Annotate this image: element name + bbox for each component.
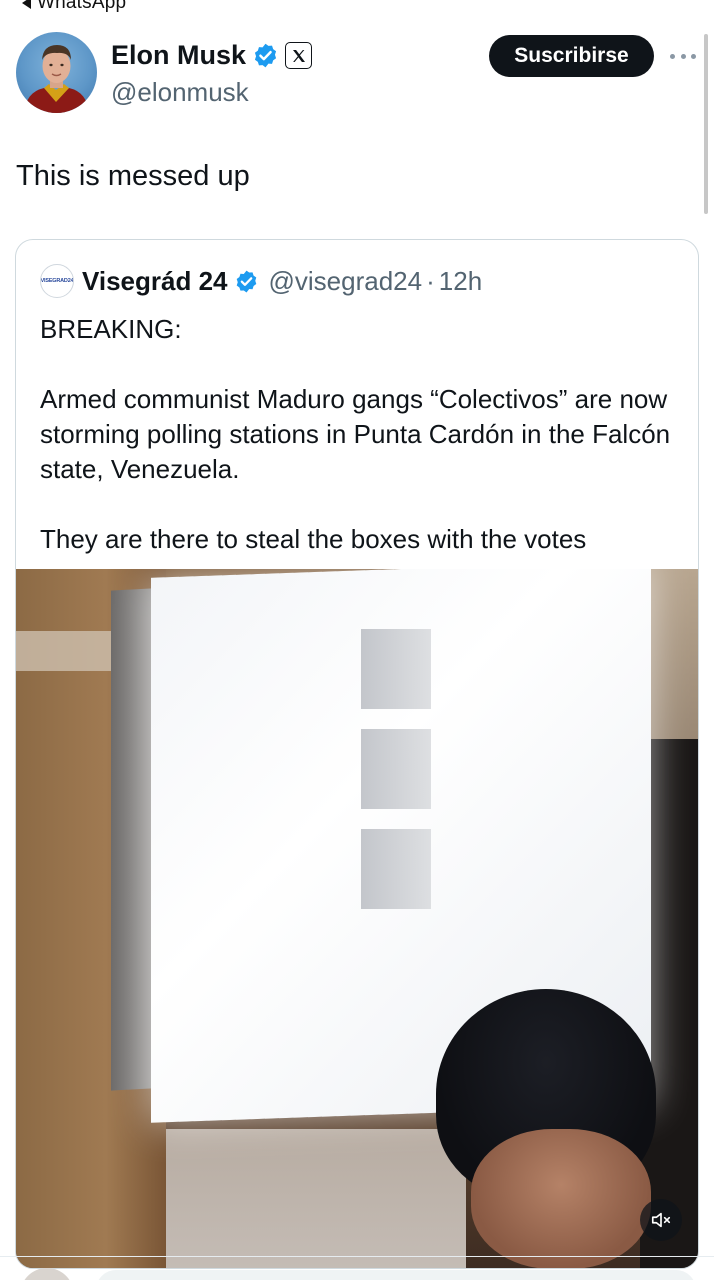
quoted-author-avatar[interactable]: VISEGRAD24 — [40, 264, 74, 298]
quoted-tweet-card[interactable]: VISEGRAD24 Visegrád 24 @visegrad24 · 12h… — [15, 239, 699, 1269]
video-player[interactable] — [16, 569, 698, 1268]
verified-badge-icon — [254, 43, 277, 68]
tweet-detail-screen: WhatsApp Elon Musk @elonmusk Suscribirse — [0, 0, 714, 1280]
tweet-text: This is messed up — [16, 160, 250, 192]
quoted-tweet-body: BREAKING: Armed communist Maduro gangs “… — [40, 312, 680, 557]
back-link-label: WhatsApp — [37, 0, 127, 13]
venezuela-flag-icon — [594, 528, 626, 550]
bottom-divider — [0, 1256, 714, 1257]
scrollbar[interactable] — [704, 34, 708, 214]
author-handle[interactable]: @elonmusk — [111, 77, 249, 108]
quoted-line-breaking: BREAKING: — [40, 314, 182, 344]
back-to-whatsapp-link[interactable]: WhatsApp — [22, 0, 127, 13]
quoted-author-name[interactable]: Visegrád 24 — [82, 266, 228, 297]
reply-input[interactable] — [96, 1270, 696, 1280]
x-logo-icon — [285, 42, 313, 69]
back-triangle-icon — [22, 0, 31, 9]
quoted-line-votes: They are there to steal the boxes with t… — [40, 522, 680, 557]
more-options-icon[interactable] — [670, 46, 696, 66]
quoted-author-handle[interactable]: @visegrad24 — [269, 266, 423, 297]
current-user-avatar[interactable] — [20, 1268, 74, 1280]
quoted-line-main: Armed communist Maduro gangs “Colectivos… — [40, 384, 671, 484]
author-name-row[interactable]: Elon Musk — [111, 40, 313, 71]
author-name: Elon Musk — [111, 40, 247, 70]
quoted-tweet-time[interactable]: 12h — [439, 266, 482, 297]
volume-muted-icon[interactable] — [640, 1199, 682, 1241]
quoted-line-votes-text: They are there to steal the boxes with t… — [40, 524, 587, 554]
author-avatar-image — [24, 45, 89, 113]
verified-badge-icon — [236, 270, 256, 292]
quoted-avatar-logo-text: VISEGRAD24 — [40, 278, 74, 284]
subscribe-button[interactable]: Suscribirse — [489, 35, 654, 77]
separator-dot: · — [426, 265, 435, 296]
quoted-tweet-header: VISEGRAD24 Visegrád 24 @visegrad24 · 12h — [40, 264, 482, 298]
author-avatar[interactable] — [16, 32, 97, 113]
